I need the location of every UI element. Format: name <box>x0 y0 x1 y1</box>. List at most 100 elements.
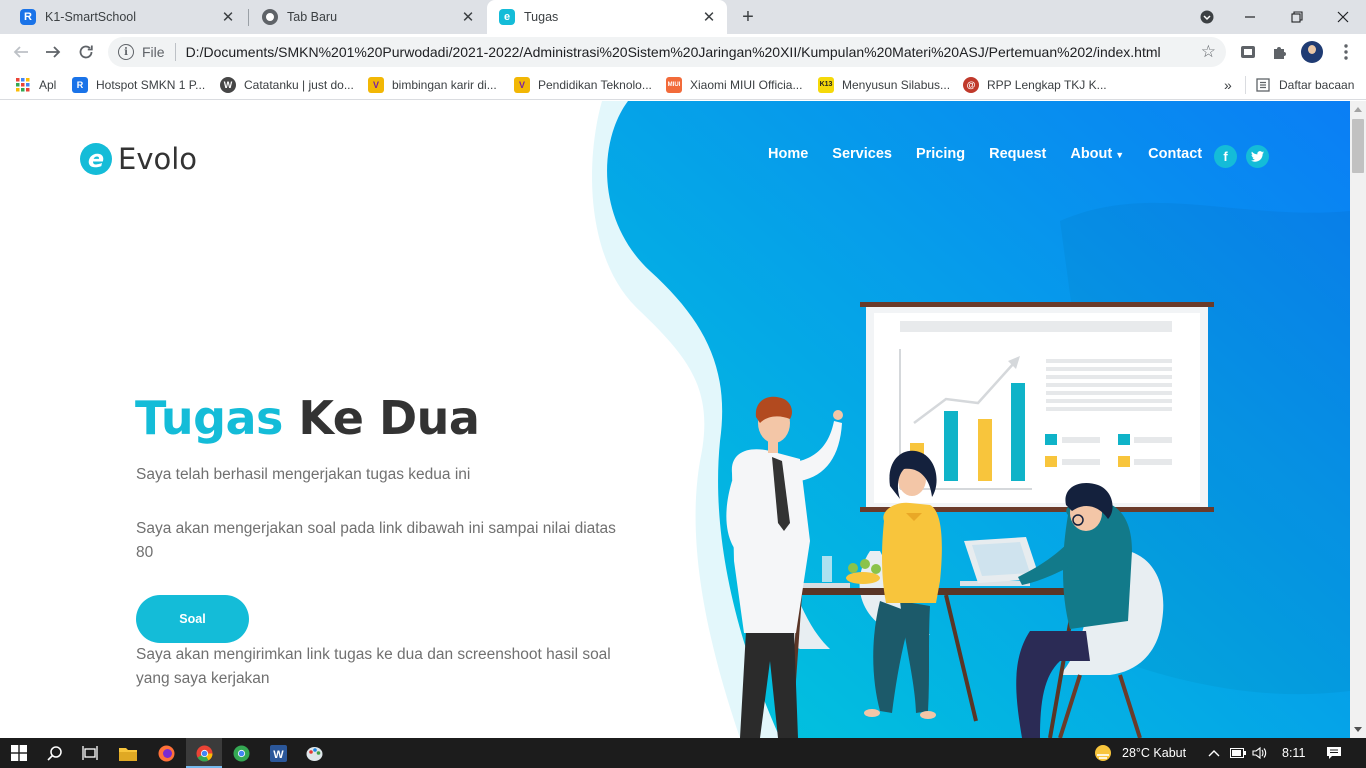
chrome-icon[interactable] <box>194 743 214 763</box>
paragraph-instruction: Saya akan mengerjakan soal pada link dib… <box>136 520 616 561</box>
nav-about-label: About <box>1070 146 1113 162</box>
page-title: Tugas Ke Dua <box>135 391 480 445</box>
nav-contact[interactable]: Contact <box>1148 146 1202 162</box>
smartschool-favicon-icon: R <box>20 9 36 25</box>
windows-start-icon[interactable] <box>9 743 29 763</box>
twitter-icon[interactable] <box>1246 145 1269 168</box>
restore-icon[interactable] <box>1285 5 1309 29</box>
web-page: e Evolo Home Services Pricing Request Ab… <box>0 101 1350 738</box>
reading-list-button[interactable]: Daftar bacaan <box>1255 70 1354 99</box>
forward-arrow-icon[interactable] <box>41 40 65 64</box>
chrome-profile-icon[interactable] <box>231 743 251 763</box>
tab-new-tab[interactable]: Tab Baru ✕ <box>250 0 486 34</box>
scroll-up-arrow-icon[interactable] <box>1354 107 1362 112</box>
bookmark-apps[interactable]: Apl <box>15 70 56 99</box>
nav-services[interactable]: Services <box>832 146 892 162</box>
bookmark-label: Menyusun Silabus... <box>842 77 951 92</box>
battery-icon[interactable] <box>1228 743 1248 763</box>
tab-k1-smartschool[interactable]: R K1-SmartSchool ✕ <box>8 0 246 34</box>
bookmark-label: bimbingan karir di... <box>392 77 497 92</box>
back-arrow-icon[interactable] <box>9 40 33 64</box>
facebook-icon[interactable]: f <box>1214 145 1237 168</box>
scroll-down-arrow-icon[interactable] <box>1354 727 1362 732</box>
bookmark-catatanku[interactable]: W Catatanku | just do... <box>220 70 354 99</box>
paragraph-status: Saya telah berhasil mengerjakan tugas ke… <box>136 466 471 483</box>
weather-icon <box>1093 743 1113 763</box>
windows-taskbar: W 28°C Kabut 8:11 <box>0 738 1366 768</box>
bookmark-pendidikan[interactable]: V Pendidikan Teknolo... <box>514 70 652 99</box>
minimize-icon[interactable] <box>1238 5 1262 29</box>
bookmark-label: Catatanku | just do... <box>244 77 354 92</box>
miui-icon: MIUI <box>666 76 682 93</box>
main-nav: Home Services Pricing Request About ▼ Con… <box>768 146 1226 162</box>
nav-about[interactable]: About ▼ <box>1070 146 1124 162</box>
reading-list-label: Daftar bacaan <box>1279 77 1355 92</box>
new-tab-plus-icon[interactable]: + <box>736 5 760 29</box>
reading-list-icon <box>1255 77 1271 93</box>
bookmark-star-icon[interactable]: ☆ <box>1201 42 1216 62</box>
page-scrollbar[interactable] <box>1350 101 1366 738</box>
bookmark-bimbingan-karir[interactable]: V bimbingan karir di... <box>368 70 497 99</box>
chrome-favicon-icon <box>262 9 278 25</box>
tab-divider <box>248 9 249 26</box>
svg-text:W: W <box>273 749 284 761</box>
bookmark-label: Hotspot SMKN 1 P... <box>96 77 206 92</box>
cast-extension-icon[interactable] <box>1238 42 1258 62</box>
title-accent: Tugas <box>135 391 283 445</box>
site-info-icon[interactable]: i <box>118 44 134 60</box>
bookmarks-overflow-chevron-icon[interactable]: » <box>1224 70 1232 99</box>
volume-icon[interactable] <box>1250 743 1270 763</box>
bookmark-hotspot[interactable]: R Hotspot SMKN 1 P... <box>72 70 205 99</box>
bookmarks-bar: Apl R Hotspot SMKN 1 P... W Catatanku | … <box>0 70 1366 100</box>
tray-expand-chevron-icon[interactable] <box>1204 743 1224 763</box>
k13-icon: K13 <box>818 76 834 93</box>
bookmark-rpp[interactable]: @ RPP Lengkap TKJ K... <box>963 70 1107 99</box>
close-window-icon[interactable] <box>1331 5 1355 29</box>
search-icon[interactable] <box>45 743 65 763</box>
bookmark-label: Pendidikan Teknolo... <box>538 77 652 92</box>
address-bar[interactable]: i File D:/Documents/SMKN%201%20Purwodadi… <box>108 37 1226 67</box>
wordpress-icon: W <box>220 76 236 93</box>
apps-grid-icon <box>15 77 31 93</box>
file-explorer-icon[interactable] <box>118 743 138 763</box>
evolo-favicon-icon: e <box>499 9 515 25</box>
url-text[interactable]: D:/Documents/SMKN%201%20Purwodadi/2021-2… <box>186 44 1201 60</box>
brand-name: Evolo <box>118 142 198 176</box>
tab-tugas[interactable]: e Tugas ✕ <box>487 0 727 34</box>
task-view-icon[interactable] <box>80 743 100 763</box>
paint-icon[interactable] <box>304 743 324 763</box>
evolo-e-icon: e <box>80 143 112 175</box>
bookmark-xiaomi[interactable]: MIUI Xiaomi MIUI Officia... <box>666 70 802 99</box>
scrollbar-thumb[interactable] <box>1352 119 1364 173</box>
word-icon[interactable]: W <box>268 743 288 763</box>
profile-avatar[interactable] <box>1301 41 1323 63</box>
close-tab-icon[interactable]: ✕ <box>699 7 719 27</box>
title-rest: Ke Dua <box>282 391 480 445</box>
v-logo-icon: V <box>514 76 530 93</box>
tab-title: Tab Baru <box>287 10 338 24</box>
close-tab-icon[interactable]: ✕ <box>218 7 238 27</box>
tab-title: K1-SmartSchool <box>45 10 137 24</box>
tab-search-icon[interactable] <box>1195 5 1219 29</box>
weather-text[interactable]: 28°C Kabut <box>1122 746 1186 760</box>
bookmarks-divider <box>1245 70 1246 99</box>
evolo-logo[interactable]: e Evolo <box>80 142 197 176</box>
extensions-puzzle-icon[interactable] <box>1270 42 1290 62</box>
nav-pricing[interactable]: Pricing <box>916 146 965 162</box>
scheme-label: File <box>142 44 165 60</box>
paragraph-submission: Saya akan mengirimkan link tugas ke dua … <box>136 646 611 687</box>
menu-kebab-icon[interactable] <box>1336 42 1356 62</box>
notifications-icon[interactable] <box>1324 743 1344 763</box>
bookmark-label: Apl <box>39 77 57 92</box>
bookmark-label: RPP Lengkap TKJ K... <box>987 77 1107 92</box>
nav-request[interactable]: Request <box>989 146 1046 162</box>
bookmark-silabus[interactable]: K13 Menyusun Silabus... <box>818 70 950 99</box>
firefox-icon[interactable] <box>156 743 176 763</box>
clock-time[interactable]: 8:11 <box>1282 746 1305 760</box>
soal-button[interactable]: Soal <box>136 595 249 643</box>
dropdown-caret-icon: ▼ <box>1115 150 1125 160</box>
v-logo-icon: V <box>368 76 384 93</box>
close-tab-icon[interactable]: ✕ <box>458 7 478 27</box>
reload-icon[interactable] <box>74 40 98 64</box>
nav-home[interactable]: Home <box>768 146 808 162</box>
